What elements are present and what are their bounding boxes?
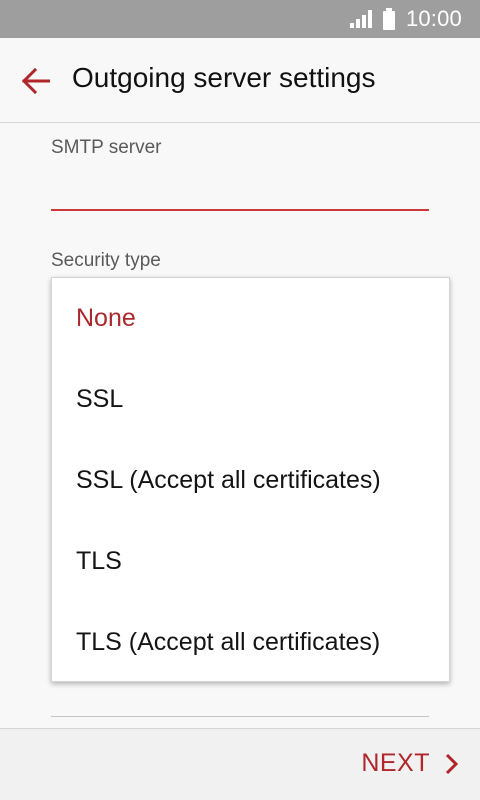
- app-bar: Outgoing server settings: [0, 38, 480, 123]
- status-time: 10:00: [405, 6, 462, 31]
- smtp-server-label: SMTP server: [51, 137, 162, 158]
- security-option-ssl[interactable]: SSL: [52, 359, 449, 440]
- security-option-none[interactable]: None: [52, 278, 449, 359]
- next-button[interactable]: NEXT: [361, 749, 460, 778]
- battery-icon: [382, 8, 395, 30]
- field-divider: [51, 716, 429, 717]
- security-option-tls-accept-all[interactable]: TLS (Accept all certificates): [52, 602, 449, 683]
- smtp-server-input[interactable]: [51, 170, 429, 211]
- chevron-right-icon: [445, 753, 459, 774]
- security-option-ssl-accept-all[interactable]: SSL (Accept all certificates): [52, 440, 449, 521]
- next-button-label: NEXT: [361, 749, 430, 777]
- status-bar: 10:00: [0, 0, 480, 38]
- page-title: Outgoing server settings: [72, 62, 376, 93]
- bottom-bar: NEXT: [0, 728, 480, 800]
- arrow-left-icon: [22, 68, 50, 94]
- security-option-tls[interactable]: TLS: [52, 521, 449, 602]
- back-button[interactable]: [20, 65, 52, 97]
- security-type-label: Security type: [51, 250, 161, 271]
- security-type-dropdown: None SSL SSL (Accept all certificates) T…: [51, 277, 450, 682]
- signal-icon: [349, 10, 372, 28]
